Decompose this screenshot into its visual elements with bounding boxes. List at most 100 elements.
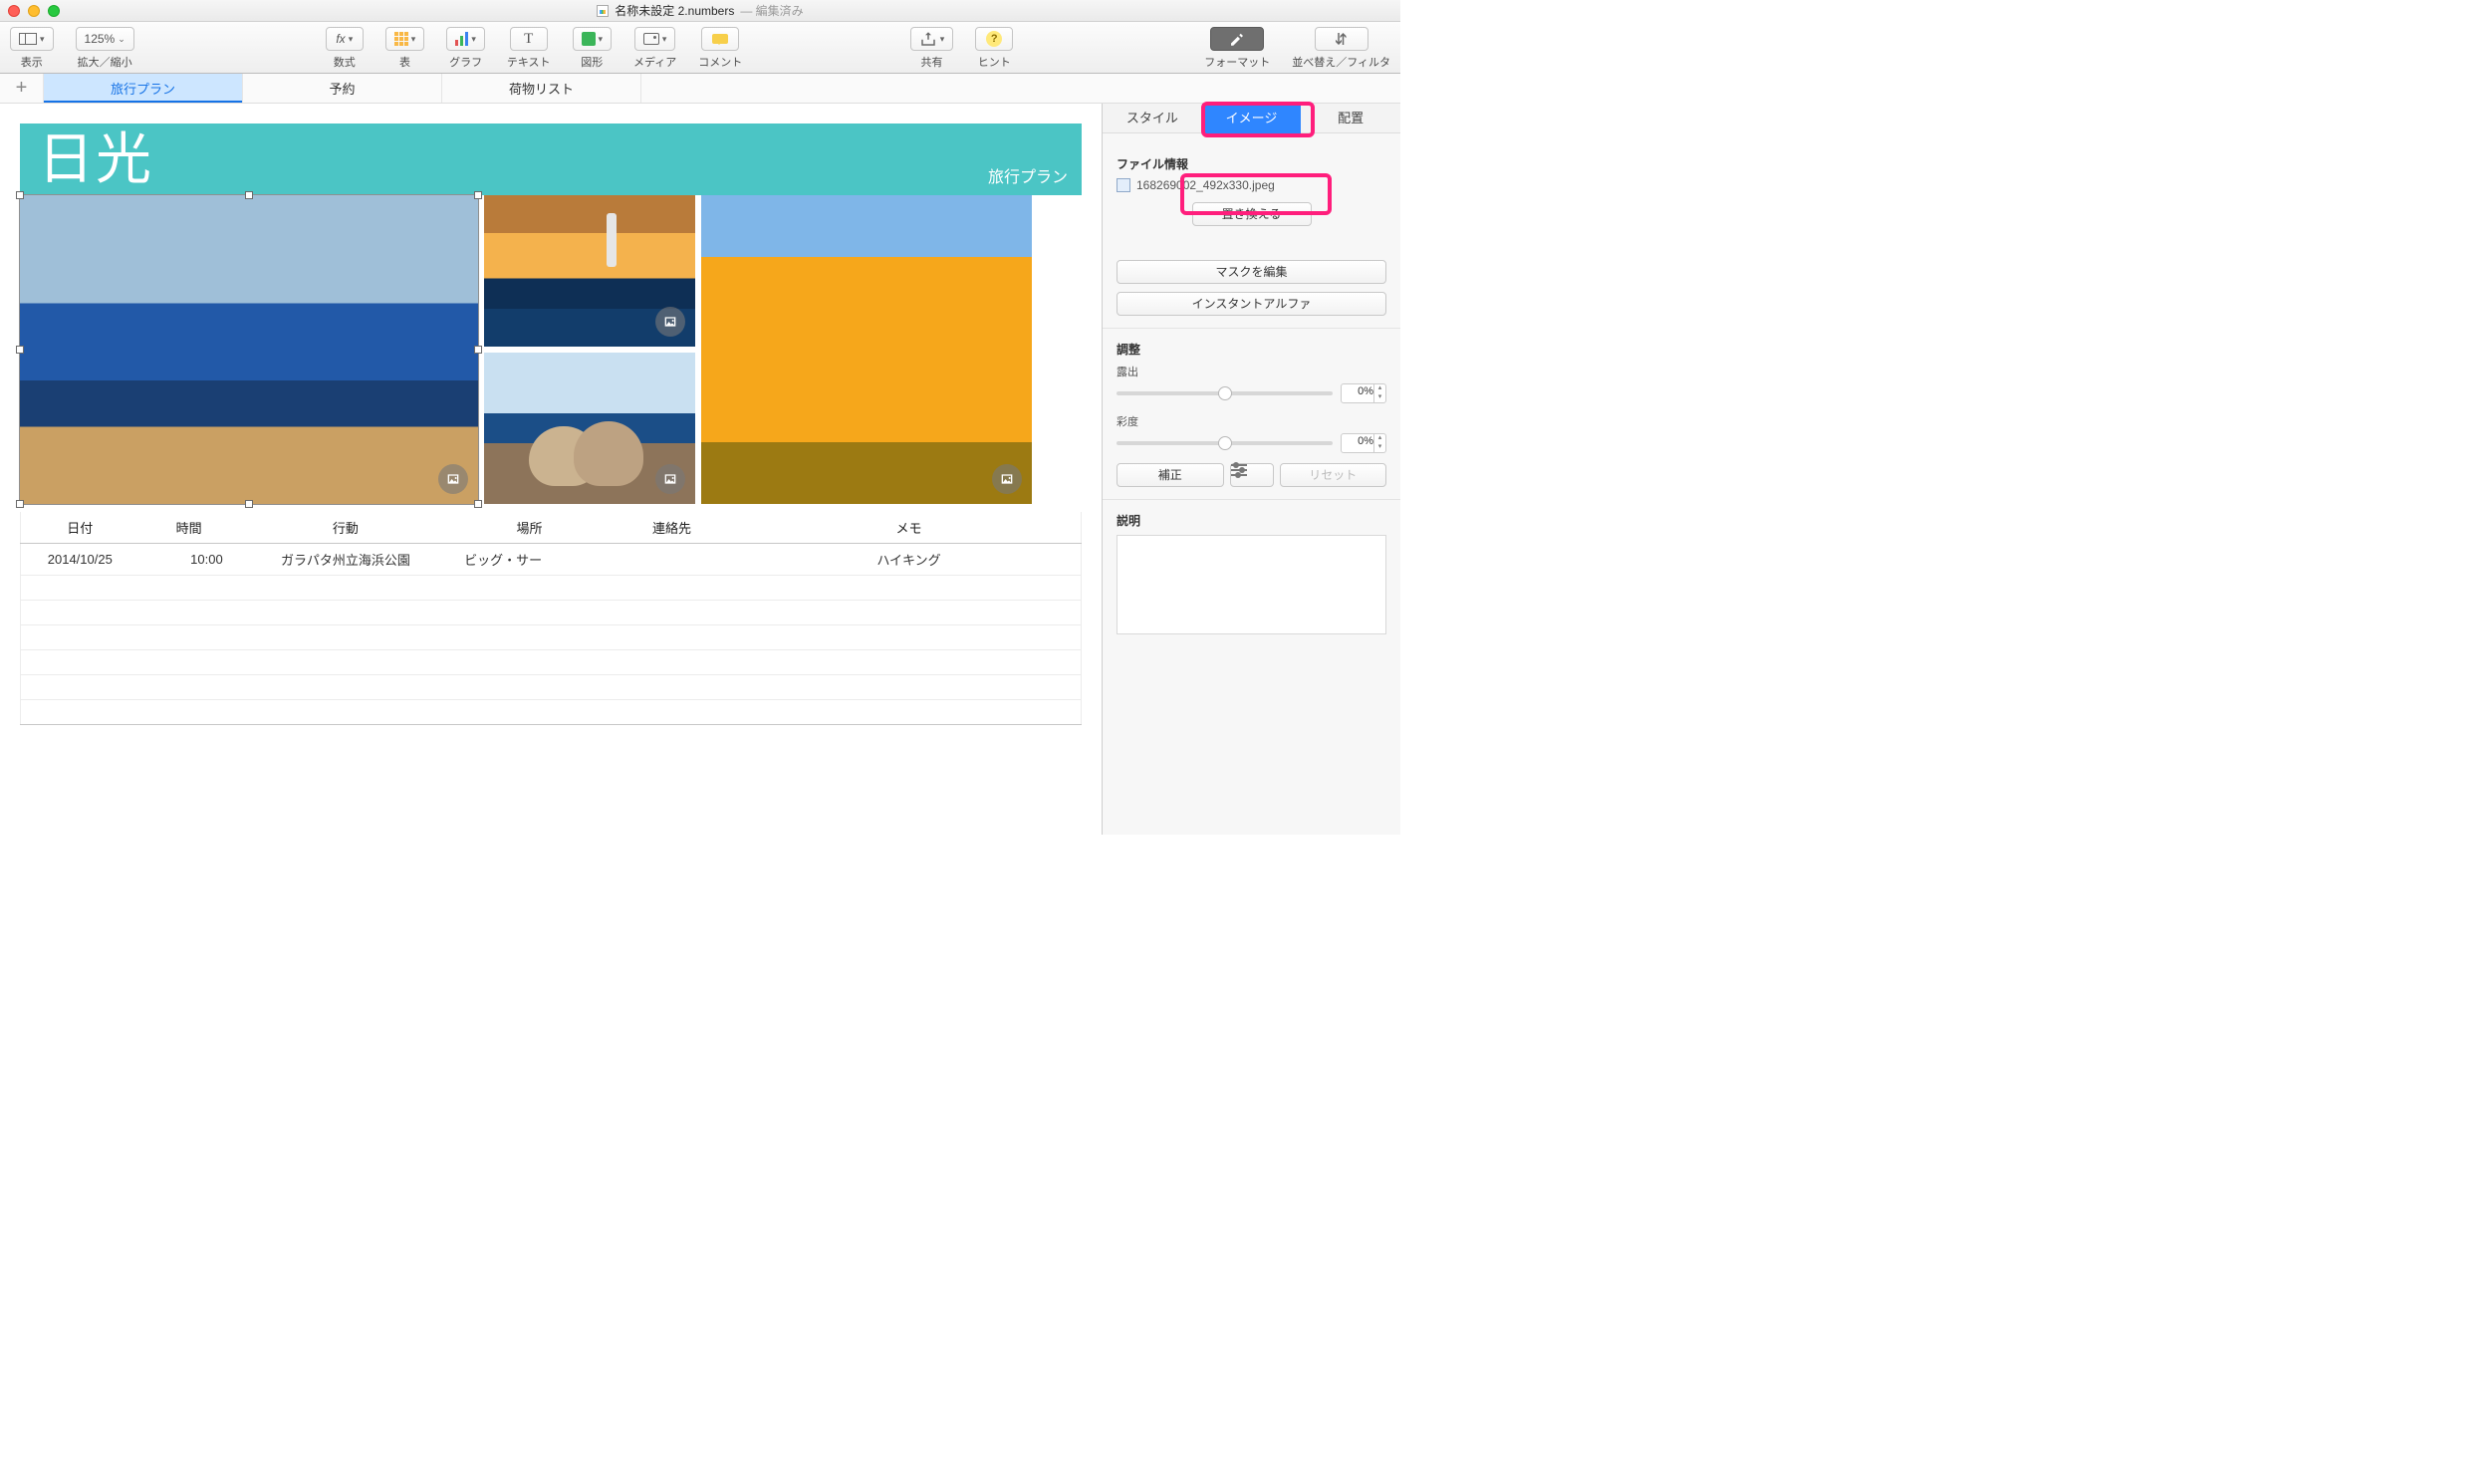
- chart-button[interactable]: ▾: [446, 27, 485, 51]
- saturation-slider[interactable]: [1117, 441, 1333, 445]
- edit-mask-button[interactable]: マスクを編集: [1117, 260, 1386, 284]
- slider-knob[interactable]: [1218, 436, 1232, 450]
- itinerary-table[interactable]: 日付 時間 行動 場所 連絡先 メモ 2014/10/25 10:00 ガラパタ…: [20, 512, 1082, 725]
- photo-main-selected[interactable]: [20, 195, 478, 504]
- media-button[interactable]: ▾: [634, 27, 676, 51]
- table-row[interactable]: [21, 625, 1082, 650]
- comment-label: コメント: [698, 54, 742, 70]
- table-header-contact[interactable]: 連絡先: [607, 512, 737, 544]
- sheet-tab-reservations[interactable]: 予約: [243, 74, 442, 103]
- inspector-tab-style[interactable]: スタイル: [1103, 104, 1202, 133]
- description-textbox[interactable]: [1117, 535, 1386, 634]
- inspector: スタイル イメージ 配置 ファイル情報 168269002_492x330.jp…: [1102, 104, 1400, 835]
- table-row[interactable]: [21, 675, 1082, 700]
- table-header-place[interactable]: 場所: [452, 512, 607, 544]
- text-label: テキスト: [507, 54, 551, 70]
- sheet-tab-label: 旅行プラン: [111, 79, 175, 98]
- instant-alpha-button[interactable]: インスタントアルファ: [1117, 292, 1386, 316]
- stepper[interactable]: ▴▾: [1373, 384, 1385, 402]
- resize-handle[interactable]: [245, 191, 253, 199]
- view-button[interactable]: ▾: [10, 27, 54, 51]
- table-row[interactable]: [21, 576, 1082, 601]
- document-filename: 名称未設定 2.numbers: [615, 2, 734, 19]
- resize-handle[interactable]: [16, 346, 24, 354]
- table-row[interactable]: [21, 650, 1082, 675]
- hint-button[interactable]: ?: [975, 27, 1013, 51]
- adjust-heading: 調整: [1117, 341, 1386, 358]
- resize-handle[interactable]: [474, 500, 482, 508]
- format-button[interactable]: [1210, 27, 1264, 51]
- titlebar: 名称未設定 2.numbers — 編集済み: [0, 0, 1400, 22]
- maximize-window-button[interactable]: [48, 5, 60, 17]
- stepper[interactable]: ▴▾: [1373, 434, 1385, 452]
- reset-button[interactable]: リセット: [1280, 463, 1387, 487]
- table-row[interactable]: [21, 700, 1082, 725]
- enhance-button[interactable]: 補正: [1117, 463, 1224, 487]
- minimize-window-button[interactable]: [28, 5, 40, 17]
- formula-label: 数式: [334, 54, 356, 70]
- comment-button[interactable]: [701, 27, 739, 51]
- replace-button[interactable]: 置き換える: [1192, 202, 1312, 226]
- saturation-value-field[interactable]: 0%▴▾: [1341, 433, 1386, 453]
- window-controls: [8, 5, 60, 17]
- toolbar: ▾ 表示 125%⌄ 拡大／縮小 fx▾ 数式 ▾ 表 ▾ グラフ T テキスト…: [0, 22, 1400, 74]
- table-row[interactable]: [21, 601, 1082, 625]
- sheet-tab-packing-list[interactable]: 荷物リスト: [442, 74, 641, 103]
- close-window-button[interactable]: [8, 5, 20, 17]
- table-header-date[interactable]: 日付: [21, 512, 139, 544]
- sheet-tab-label: 荷物リスト: [509, 79, 574, 98]
- hint-label: ヒント: [978, 54, 1011, 70]
- zoom-selector[interactable]: 125%⌄: [76, 27, 134, 51]
- canvas[interactable]: 日光 旅行プラン 日付: [0, 104, 1102, 835]
- image-placeholder-icon[interactable]: [655, 307, 685, 337]
- photo-seals[interactable]: [484, 353, 695, 504]
- exposure-slider[interactable]: [1117, 391, 1333, 395]
- image-placeholder-icon[interactable]: [655, 464, 685, 494]
- table-label: 表: [399, 54, 410, 70]
- formula-button[interactable]: fx▾: [326, 27, 364, 51]
- cell-place[interactable]: ビッグ・サー: [452, 544, 607, 576]
- table-header-time[interactable]: 時間: [139, 512, 239, 544]
- sort-filter-button[interactable]: [1315, 27, 1368, 51]
- adjustments-button[interactable]: [1230, 463, 1274, 487]
- resize-handle[interactable]: [245, 500, 253, 508]
- table-row[interactable]: 2014/10/25 10:00 ガラパタ州立海浜公園 ビッグ・サー ハイキング: [21, 544, 1082, 576]
- image-placeholder-icon[interactable]: [438, 464, 468, 494]
- photo-flowers[interactable]: [701, 195, 1032, 504]
- chart-label: グラフ: [449, 54, 482, 70]
- view-label: 表示: [21, 54, 43, 70]
- share-button[interactable]: ▾: [910, 27, 954, 51]
- photo-lighthouse[interactable]: [484, 195, 695, 347]
- document-status: 編集済み: [756, 4, 804, 18]
- cell-date[interactable]: 2014/10/25: [21, 544, 139, 576]
- add-sheet-button[interactable]: +: [0, 74, 44, 103]
- window-title: 名称未設定 2.numbers — 編集済み: [597, 2, 803, 19]
- table-button[interactable]: ▾: [385, 27, 425, 51]
- sheet-tab-label: 予約: [329, 79, 355, 98]
- cell-time[interactable]: 10:00: [139, 544, 239, 576]
- resize-handle[interactable]: [16, 500, 24, 508]
- resize-handle[interactable]: [474, 191, 482, 199]
- file-icon: [1117, 178, 1130, 192]
- inspector-tab-arrange[interactable]: 配置: [1301, 104, 1400, 133]
- inspector-tab-image[interactable]: イメージ: [1202, 104, 1302, 133]
- cell-memo[interactable]: ハイキング: [737, 544, 1082, 576]
- cell-contact[interactable]: [607, 544, 737, 576]
- file-info-heading: ファイル情報: [1117, 155, 1386, 172]
- banner[interactable]: 日光 旅行プラン: [20, 124, 1082, 195]
- text-button[interactable]: T: [510, 27, 548, 51]
- resize-handle[interactable]: [474, 346, 482, 354]
- cell-action[interactable]: ガラパタ州立海浜公園: [239, 544, 452, 576]
- description-heading: 説明: [1117, 512, 1386, 529]
- exposure-value-field[interactable]: 0%▴▾: [1341, 383, 1386, 403]
- sliders-icon: [1231, 464, 1247, 476]
- table-header-memo[interactable]: メモ: [737, 512, 1082, 544]
- resize-handle[interactable]: [16, 191, 24, 199]
- exposure-label: 露出: [1117, 364, 1386, 379]
- image-placeholder-icon[interactable]: [992, 464, 1022, 494]
- slider-knob[interactable]: [1218, 386, 1232, 400]
- shape-button[interactable]: ▾: [573, 27, 613, 51]
- share-label: 共有: [920, 54, 942, 70]
- table-header-action[interactable]: 行動: [239, 512, 452, 544]
- sheet-tab-travel-plan[interactable]: 旅行プラン: [44, 74, 243, 103]
